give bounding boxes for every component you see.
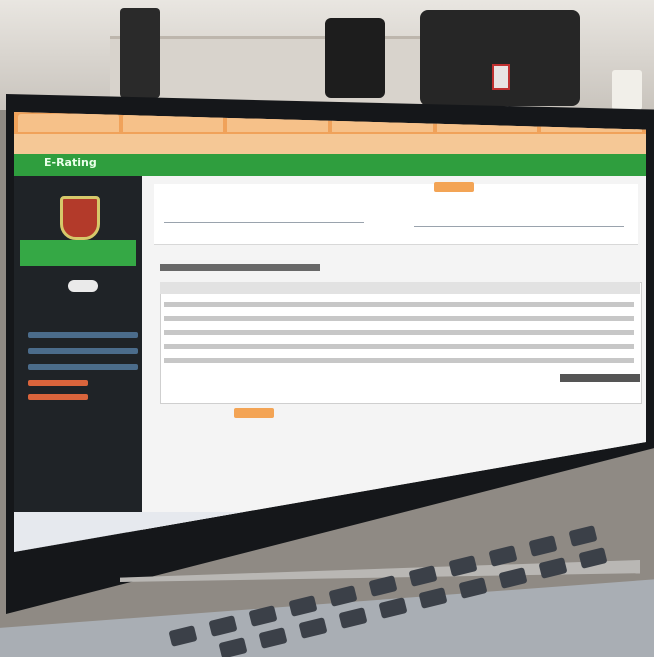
desk-device — [120, 8, 160, 98]
table-row — [164, 344, 634, 349]
browser-tab[interactable] — [18, 114, 119, 132]
chart-panel — [154, 184, 638, 245]
app-header — [14, 154, 646, 176]
chart-axis — [414, 226, 624, 227]
sidebar-item[interactable] — [28, 364, 138, 370]
status-badge — [434, 182, 474, 192]
status-badge — [560, 374, 640, 382]
table-row — [164, 358, 634, 363]
keyboard-key — [568, 525, 598, 547]
keyboard-key — [488, 545, 518, 567]
sidebar-item[interactable] — [28, 348, 138, 354]
keyboard-key — [538, 557, 568, 579]
data-table — [160, 282, 642, 404]
shelf — [110, 36, 470, 105]
mode-toggle[interactable] — [68, 280, 98, 292]
keyboard-key — [528, 535, 558, 557]
sidebar-item[interactable] — [28, 380, 88, 386]
crest-shield-icon — [60, 196, 100, 240]
sidebar-item[interactable] — [28, 394, 88, 400]
printer-sticker — [492, 64, 510, 90]
address-bar[interactable] — [14, 134, 646, 154]
keyboard-key — [368, 575, 398, 597]
printer-icon — [420, 10, 580, 106]
status-badge — [234, 408, 274, 418]
chart-axis — [164, 222, 364, 223]
section-title — [160, 264, 320, 271]
cup — [612, 70, 642, 110]
table-header — [160, 282, 640, 294]
photo-scene: E-Rating — [0, 0, 654, 657]
desk-device — [325, 18, 385, 98]
sidebar-item[interactable] — [28, 332, 138, 338]
table-row — [164, 330, 634, 335]
user-card[interactable] — [20, 240, 136, 266]
brand-name: E-Rating — [44, 156, 97, 169]
taskbar-app-icon[interactable] — [344, 528, 354, 538]
table-row — [164, 302, 634, 307]
laptop-screen: E-Rating — [14, 112, 646, 552]
table-row — [164, 316, 634, 321]
